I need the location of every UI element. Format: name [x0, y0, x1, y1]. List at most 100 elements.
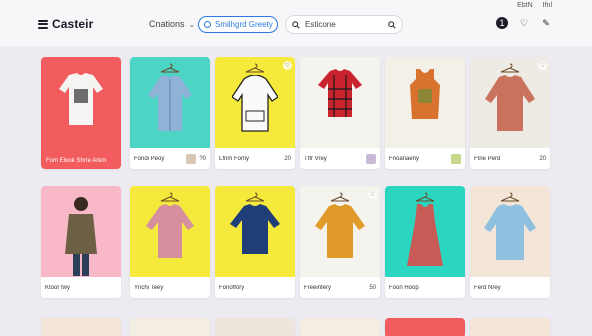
product-card[interactable]: Fonoffory — [215, 186, 295, 298]
product-label: Fom Elook Shrre Arkm — [46, 158, 107, 164]
product-label: Ttfr Vrey — [304, 155, 327, 162]
heart-icon[interactable]: ♡ — [538, 61, 547, 70]
product-card[interactable]: Foon Hoop — [385, 186, 465, 298]
product-label: Ynchi Teey — [134, 284, 164, 291]
product-info: Ktoor fwy — [41, 277, 121, 298]
hamburger-menu-icon[interactable] — [38, 19, 48, 29]
product-card[interactable]: Ttfr Vrey — [300, 57, 380, 169]
filter-pill-label: Smilhgrd Greety — [215, 20, 273, 29]
chevron-down-icon: ⌄ — [188, 19, 196, 29]
product-info: Ftne Perd 20 — [470, 148, 550, 169]
product-label: Foon Hoop — [389, 284, 419, 291]
hanger-icon — [500, 63, 520, 73]
tank-top-icon — [410, 69, 440, 119]
product-info: Fondi Peoy ?0 — [130, 148, 210, 169]
search-icon — [292, 20, 300, 29]
product-info: Fnoanaeny — [385, 148, 465, 169]
sweatshirt-icon — [59, 73, 103, 125]
product-card[interactable] — [300, 318, 380, 336]
product-image: Fom Elook Shrre Arkm — [41, 57, 121, 169]
chambray-shirt-icon — [484, 204, 536, 260]
blouse-icon — [146, 204, 194, 258]
product-thumbnail — [366, 153, 376, 164]
categories-dropdown[interactable]: Cnations ⌄ — [149, 19, 195, 29]
top-header: Casteir Cnations ⌄ Smilhgrd Greety Estic… — [0, 0, 592, 46]
product-card[interactable] — [470, 318, 550, 336]
hanger-icon — [160, 63, 180, 73]
hanger-icon — [245, 192, 265, 202]
hanger-icon — [415, 192, 435, 202]
product-card[interactable]: Fnoanaeny — [385, 57, 465, 169]
mustard-top-icon — [315, 204, 365, 258]
status-text-1: EbtN — [517, 2, 533, 9]
product-card[interactable] — [385, 318, 465, 336]
product-card[interactable]: Ynchi Teey — [130, 186, 210, 298]
product-info: Foon Hoop — [385, 277, 465, 298]
product-count: 50 — [369, 284, 376, 291]
hanger-icon — [500, 192, 520, 202]
product-info: Freeinfery 50 — [300, 277, 380, 298]
plaid-shirt-icon — [318, 69, 362, 117]
product-count: 20 — [539, 155, 546, 162]
product-image — [130, 57, 210, 148]
product-label: Lfnm Fomy — [219, 155, 250, 162]
product-label: Ferd Nrey — [474, 284, 501, 291]
model-photo — [65, 197, 97, 276]
product-info: Ferd Nrey — [470, 277, 550, 298]
product-thumbnail — [186, 153, 197, 164]
product-count: ?0 — [199, 155, 206, 162]
hanger-icon — [330, 192, 350, 202]
brand-name: Casteir — [52, 17, 94, 31]
product-image — [300, 57, 380, 148]
heart-icon[interactable]: ♡ — [283, 61, 292, 70]
product-card[interactable]: ♡ Ftne Perd 20 — [470, 57, 550, 169]
product-card[interactable]: ♡ Freeinfery 50 — [300, 186, 380, 298]
header-actions: 1 ♡ ✎ — [496, 17, 552, 29]
product-image — [41, 186, 121, 277]
product-image — [470, 186, 550, 277]
edit-icon[interactable]: ✎ — [540, 17, 552, 29]
product-info: Ttfr Vrey — [300, 148, 380, 169]
hanger-icon — [160, 192, 180, 202]
product-label: Fonoffory — [219, 284, 245, 291]
product-label: Ftne Perd — [474, 155, 501, 162]
search-value: Esticone — [305, 20, 336, 29]
product-card[interactable]: ♡ Lfnm Fomy 20 — [215, 57, 295, 169]
navy-shirt-icon — [230, 204, 280, 254]
notification-icon[interactable]: 1 — [496, 17, 508, 29]
product-card[interactable]: Ferd Nrey — [470, 186, 550, 298]
product-thumbnail — [451, 153, 461, 164]
blouse-icon — [485, 75, 535, 131]
dress-icon — [407, 204, 443, 266]
product-card[interactable]: Fom Elook Shrre Arkm — [41, 57, 121, 169]
product-label: Fondi Peoy — [134, 155, 165, 162]
product-image: ♡ — [300, 186, 380, 277]
product-count: 20 — [284, 155, 291, 162]
product-card[interactable] — [215, 318, 295, 336]
search-submit-icon[interactable] — [388, 20, 396, 29]
product-card[interactable]: Fondi Peoy ?0 — [130, 57, 210, 169]
hanger-icon — [245, 63, 265, 73]
product-image — [215, 186, 295, 277]
product-label: Fnoanaeny — [389, 155, 420, 162]
product-image — [130, 186, 210, 277]
categories-label: Cnations — [149, 19, 185, 29]
product-card[interactable] — [130, 318, 210, 336]
product-label: Freeinfery — [304, 284, 332, 291]
product-image — [385, 57, 465, 148]
heart-icon[interactable]: ♡ — [518, 17, 530, 29]
search-icon — [204, 21, 211, 28]
product-info: Ynchi Teey — [130, 277, 210, 298]
product-card[interactable] — [41, 318, 121, 336]
product-card[interactable]: Ktoor fwy — [41, 186, 121, 298]
filter-pill-button[interactable]: Smilhgrd Greety — [198, 16, 278, 33]
product-label: Ktoor fwy — [45, 284, 71, 291]
status-text-2: Ifnl — [542, 2, 552, 9]
top-right-status: EbtN Ifnl — [517, 2, 552, 9]
product-image: ♡ — [215, 57, 295, 148]
search-input[interactable]: Esticone — [285, 15, 403, 34]
product-info: Lfnm Fomy 20 — [215, 148, 295, 169]
heart-icon[interactable]: ♡ — [368, 190, 377, 199]
product-image — [385, 186, 465, 277]
logo[interactable]: Casteir — [38, 17, 93, 31]
